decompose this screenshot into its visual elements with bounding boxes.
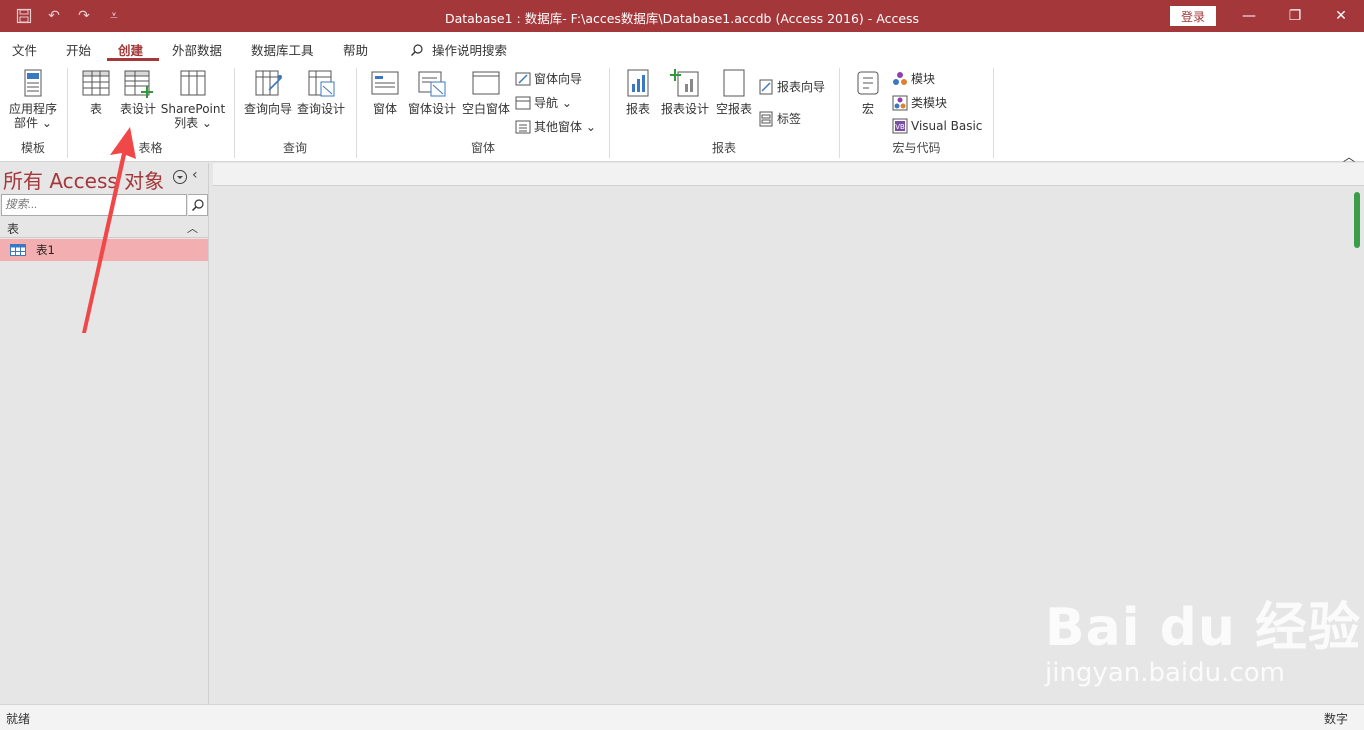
nav-search-button[interactable] bbox=[188, 194, 208, 216]
macro-button[interactable]: 宏 bbox=[852, 68, 884, 116]
group-forms: 窗体 窗体设计 空白窗体 窗体向导 导航 ⌄ 其他窗体 ⌄ 窗体 bbox=[357, 62, 609, 160]
query-design-icon bbox=[308, 70, 335, 97]
more-forms-icon bbox=[515, 120, 531, 133]
status-bar: 就绪 数字 bbox=[0, 704, 1364, 730]
ribbon-tabs: 文件 开始 创建 外部数据 数据库工具 帮助 bbox=[0, 32, 1364, 62]
shutter-close-icon[interactable]: ‹ bbox=[192, 167, 198, 183]
nav-search-input[interactable] bbox=[1, 194, 187, 216]
tell-me-label: 操作说明搜索 bbox=[432, 43, 508, 58]
status-numlock: 数字 bbox=[1323, 712, 1348, 726]
table-icon bbox=[82, 70, 110, 96]
sharepoint-list-icon bbox=[180, 70, 206, 96]
group-macros-code: 宏 模块 类模块 VB Visual Basic 宏与代码 bbox=[840, 62, 993, 160]
watermark-main: Bai du 经验 bbox=[1045, 598, 1361, 658]
title-bar: ↶ ↷ ⩡ Database1 : 数据库- F:\acces数据库\Datab… bbox=[0, 0, 1364, 32]
group-label-tables: 表格 bbox=[138, 141, 163, 155]
collapse-section-icon[interactable]: ︿ bbox=[187, 220, 198, 236]
group-reports: 报表 报表设计 空报表 报表向导 标签 报表 bbox=[610, 62, 838, 160]
group-label-templates: 模板 bbox=[20, 141, 45, 155]
form-button[interactable]: 窗体 bbox=[367, 68, 403, 116]
baidu-watermark: Bai du 经验 jingyan.baidu.com bbox=[1045, 585, 1361, 688]
table-icon bbox=[10, 244, 26, 256]
tab-external-data[interactable]: 外部数据 bbox=[172, 40, 222, 59]
close-icon[interactable]: ✕ bbox=[1318, 0, 1364, 32]
report-button[interactable]: 报表 bbox=[622, 68, 654, 116]
navigation-pane: 所有 Access 对象 ‹ 表 ︿ 表1 bbox=[0, 163, 209, 704]
labels-icon bbox=[759, 111, 773, 126]
class-module-icon bbox=[892, 95, 908, 110]
form-icon bbox=[371, 71, 399, 95]
search-icon bbox=[191, 199, 204, 212]
group-label-forms: 窗体 bbox=[470, 141, 495, 155]
group-queries: 查询向导 查询设计 查询 bbox=[235, 62, 355, 160]
active-tab-indicator bbox=[107, 58, 159, 61]
document-tab-strip bbox=[213, 163, 1364, 186]
group-label-reports: 报表 bbox=[711, 141, 736, 155]
group-label-macros-code: 宏与代码 bbox=[892, 141, 941, 155]
class-module-button[interactable]: 类模块 bbox=[892, 94, 947, 111]
app-parts-icon bbox=[24, 69, 42, 97]
query-wizard-button[interactable]: 查询向导 bbox=[243, 68, 293, 116]
more-forms-button[interactable]: 其他窗体 ⌄ bbox=[515, 118, 596, 135]
status-ready: 就绪 bbox=[6, 712, 31, 726]
tab-database-tools[interactable]: 数据库工具 bbox=[251, 40, 314, 59]
tab-create[interactable]: 创建 bbox=[118, 40, 143, 59]
report-icon bbox=[627, 69, 649, 97]
blank-form-button[interactable]: 空白窗体 bbox=[460, 68, 512, 116]
report-design-icon bbox=[670, 69, 699, 97]
signin-button[interactable]: 登录 bbox=[1170, 6, 1216, 26]
form-design-button[interactable]: 窗体设计 bbox=[406, 68, 458, 116]
tab-file[interactable]: 文件 bbox=[12, 40, 37, 59]
labels-button[interactable]: 标签 bbox=[758, 110, 801, 127]
form-wizard-button[interactable]: 窗体向导 bbox=[515, 70, 582, 87]
navigation-icon bbox=[515, 96, 531, 109]
blank-form-icon bbox=[472, 71, 500, 95]
macro-icon bbox=[857, 71, 879, 95]
watermark-sub: jingyan.baidu.com bbox=[1045, 658, 1285, 688]
module-button[interactable]: 模块 bbox=[892, 70, 935, 87]
nav-item-label: 表1 bbox=[36, 243, 55, 257]
visual-basic-button[interactable]: VB Visual Basic bbox=[892, 118, 982, 134]
nav-pane-title[interactable]: 所有 Access 对象 bbox=[3, 165, 164, 194]
nav-section-tables[interactable]: 表 ︿ bbox=[0, 220, 208, 238]
window-title: Database1 : 数据库- F:\acces数据库\Database1.a… bbox=[444, 11, 920, 26]
tab-home[interactable]: 开始 bbox=[66, 40, 91, 59]
tell-me-search[interactable]: 操作说明搜索 bbox=[410, 40, 507, 59]
tab-help[interactable]: 帮助 bbox=[343, 40, 368, 59]
group-separator bbox=[993, 68, 994, 158]
blank-report-button[interactable]: 空报表 bbox=[714, 68, 754, 116]
chevron-down-circle-icon[interactable] bbox=[172, 169, 188, 185]
scrollbar-thumb[interactable] bbox=[1354, 192, 1360, 248]
form-design-icon bbox=[418, 71, 446, 97]
form-wizard-icon bbox=[515, 72, 531, 85]
minimize-icon[interactable]: — bbox=[1226, 0, 1272, 32]
blank-report-icon bbox=[723, 69, 745, 97]
report-wizard-button[interactable]: 报表向导 bbox=[758, 78, 825, 95]
search-icon bbox=[411, 43, 423, 56]
table-button[interactable]: 表 bbox=[78, 68, 114, 116]
svg-text:VB: VB bbox=[895, 123, 905, 131]
report-design-button[interactable]: 报表设计 bbox=[658, 68, 712, 116]
table-design-button[interactable]: 表设计 bbox=[118, 68, 158, 116]
group-tables: 表 表设计 SharePoint 列表 ⌄ 表格 bbox=[68, 62, 233, 160]
query-wizard-icon bbox=[255, 70, 282, 96]
group-templates: 应用程序 部件 ⌄ 模板 bbox=[0, 62, 66, 160]
app-parts-button[interactable]: 应用程序 部件 ⌄ bbox=[6, 68, 60, 130]
ribbon: 应用程序 部件 ⌄ 模板 表 表设计 SharePoint 列表 ⌄ 表格 查询… bbox=[0, 62, 1364, 162]
query-design-button[interactable]: 查询设计 bbox=[295, 68, 347, 116]
navigation-button[interactable]: 导航 ⌄ bbox=[515, 94, 572, 111]
visual-basic-icon: VB bbox=[892, 118, 908, 134]
sharepoint-list-button[interactable]: SharePoint 列表 ⌄ bbox=[160, 68, 226, 130]
restore-icon[interactable]: ❐ bbox=[1272, 0, 1318, 32]
nav-item-table1[interactable]: 表1 bbox=[0, 239, 208, 261]
nav-section-label: 表 bbox=[7, 222, 20, 236]
table-design-icon bbox=[124, 70, 153, 98]
report-wizard-icon bbox=[759, 79, 773, 94]
group-label-queries: 查询 bbox=[282, 141, 307, 155]
module-icon bbox=[893, 71, 907, 85]
